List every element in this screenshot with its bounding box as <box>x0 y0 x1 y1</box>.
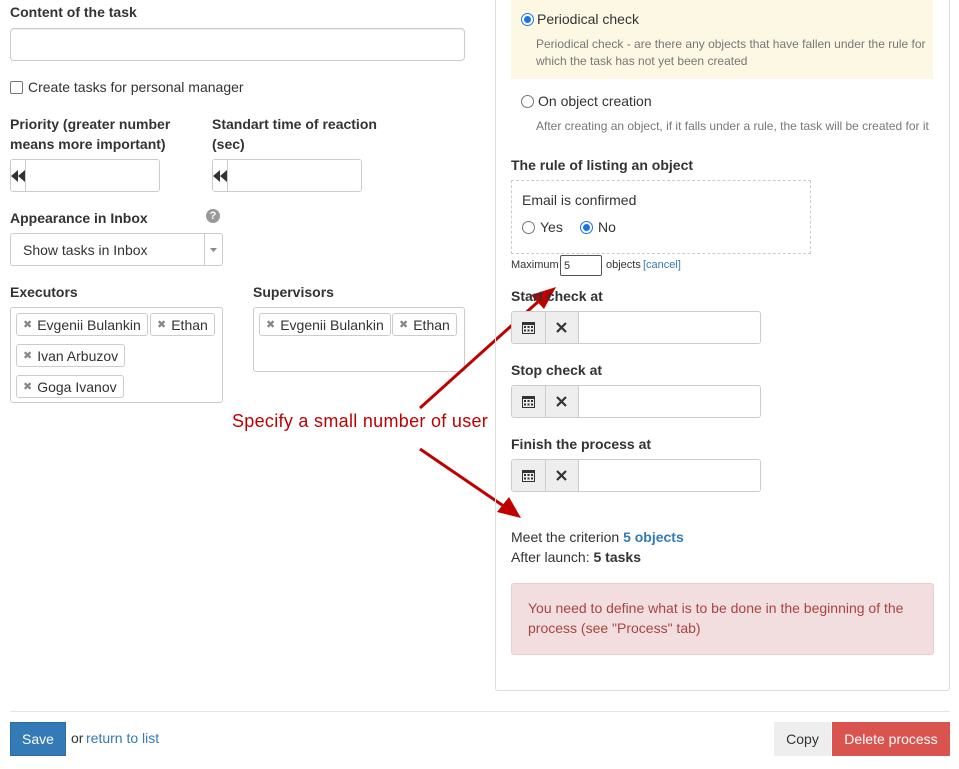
clear-button[interactable] <box>545 312 579 343</box>
periodical-check-option[interactable]: Periodical check <box>521 11 639 27</box>
copy-button[interactable]: Copy <box>774 722 831 756</box>
rule-title: The rule of listing an object <box>511 157 694 173</box>
clear-button[interactable] <box>545 460 579 491</box>
warning-alert: You need to define what is to be done in… <box>511 583 934 655</box>
criterion-value-link[interactable]: 5 objects <box>623 529 684 545</box>
calendar-button[interactable] <box>512 460 546 491</box>
condition-yes-option[interactable]: Yes <box>522 219 563 235</box>
criterion-label: Meet the criterion <box>511 529 620 545</box>
save-button[interactable]: Save <box>10 722 66 756</box>
start-check-input[interactable] <box>579 312 760 343</box>
periodical-check-label: Periodical check <box>537 11 639 27</box>
periodical-desc-line2: which the task has not yet been created <box>536 54 748 68</box>
close-icon <box>556 322 568 333</box>
start-check-label: Start check at <box>511 288 603 304</box>
criterion-summary: Meet the criterion 5 objects <box>511 529 684 545</box>
launch-value: 5 tasks <box>593 549 641 565</box>
condition-yes-radio[interactable] <box>522 220 535 234</box>
condition-yes-label: Yes <box>540 219 563 235</box>
calendar-button[interactable] <box>512 312 546 343</box>
condition-no-label: No <box>598 219 616 235</box>
periodical-desc-line1: Periodical check - are there any objects… <box>536 37 926 51</box>
close-icon <box>556 396 568 407</box>
condition-label: Email is confirmed <box>522 192 637 208</box>
periodical-check-description: Periodical check - are there any objects… <box>536 36 931 70</box>
delete-process-button[interactable]: Delete process <box>832 722 950 756</box>
object-creation-description: After creating an object, if it falls un… <box>536 119 929 133</box>
footer-divider <box>10 711 950 712</box>
calendar-icon <box>521 396 535 408</box>
alert-line1: You need to define what is to be done in… <box>528 600 904 616</box>
object-creation-option[interactable]: On object creation <box>521 93 652 109</box>
object-creation-radio[interactable] <box>521 94 534 108</box>
calendar-button[interactable] <box>512 386 546 417</box>
finish-process-label: Finish the process at <box>511 436 652 452</box>
finish-process-field <box>511 459 761 492</box>
return-to-list-link[interactable]: return to list <box>86 730 159 746</box>
stop-check-label: Stop check at <box>511 362 603 378</box>
alert-line2: process (see "Process" tab) <box>528 620 701 636</box>
calendar-icon <box>521 470 535 482</box>
stop-check-input[interactable] <box>579 386 760 417</box>
maximum-input[interactable] <box>560 255 602 276</box>
cancel-link[interactable]: [cancel] <box>643 259 681 271</box>
condition-no-option[interactable]: No <box>580 219 616 235</box>
object-creation-label: On object creation <box>538 93 652 109</box>
maximum-label: Maximum <box>511 259 559 271</box>
close-icon <box>556 470 568 481</box>
or-label: or <box>71 730 84 746</box>
calendar-icon <box>521 322 535 334</box>
finish-process-input[interactable] <box>579 460 760 491</box>
condition-no-radio[interactable] <box>580 220 593 234</box>
stop-check-field <box>511 385 761 418</box>
clear-button[interactable] <box>545 386 579 417</box>
launch-label: After launch: <box>511 549 590 565</box>
launch-summary: After launch: 5 tasks <box>511 549 641 565</box>
start-check-field <box>511 311 761 344</box>
objects-label: objects <box>606 259 641 271</box>
periodical-check-radio[interactable] <box>521 12 534 26</box>
